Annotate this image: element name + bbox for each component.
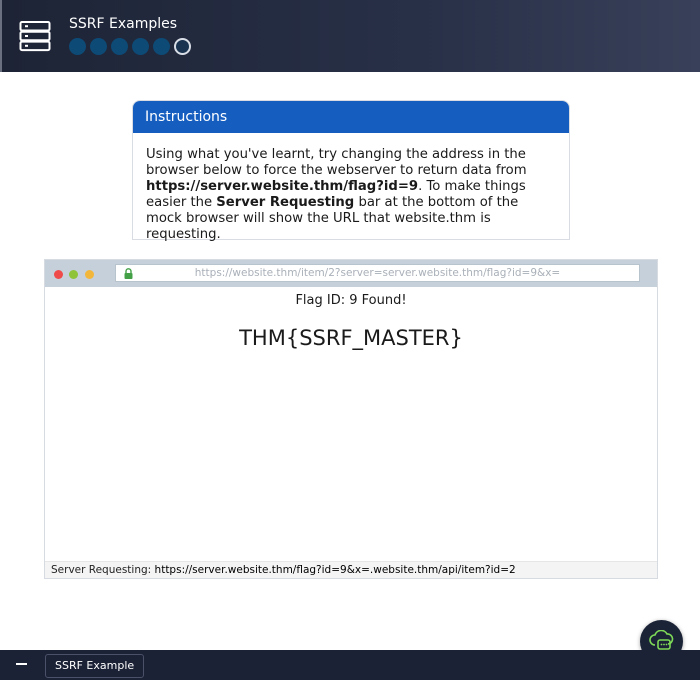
- header-frame: [0, 0, 700, 72]
- mock-browser: https://website.thm/item/2?server=server…: [44, 259, 658, 579]
- request-label: Server Requesting:: [51, 564, 152, 576]
- instructions-panel: Instructions Using what you've learnt, t…: [132, 100, 570, 243]
- instructions-target-url: https://server.website.thm/flag?id=9: [146, 179, 419, 194]
- instructions-heading: Instructions: [133, 101, 569, 133]
- instructions-bar-name: Server Requesting: [216, 195, 355, 210]
- window-close-dot: [54, 270, 63, 279]
- step-1[interactable]: [69, 38, 86, 55]
- bottom-bar: SSRF Example: [0, 650, 700, 680]
- step-6-current[interactable]: [174, 38, 191, 55]
- step-3[interactable]: [111, 38, 128, 55]
- flag-value: THM{SSRF_MASTER}: [239, 326, 463, 350]
- step-2[interactable]: [90, 38, 107, 55]
- minus-icon[interactable]: [16, 663, 27, 665]
- browser-toolbar: https://website.thm/item/2?server=server…: [45, 260, 657, 287]
- progress-steps: [69, 38, 191, 55]
- instructions-text-1: Using what you've learnt, try changing t…: [146, 147, 527, 178]
- window-minimize-dot: [85, 270, 94, 279]
- address-bar[interactable]: https://website.thm/item/2?server=server…: [115, 264, 640, 282]
- top-header: SSRF Examples: [0, 0, 700, 72]
- window-maximize-dot: [69, 270, 78, 279]
- flag-id-text: Flag ID: 9 Found!: [295, 293, 407, 308]
- bottom-tab-ssrf-example[interactable]: SSRF Example: [45, 654, 145, 678]
- step-4[interactable]: [132, 38, 149, 55]
- app-title: SSRF Examples: [69, 16, 178, 32]
- server-icon: [19, 21, 51, 52]
- address-url: https://website.thm/item/2?server=server…: [194, 267, 561, 279]
- step-5[interactable]: [153, 38, 170, 55]
- server-requesting-bar: Server Requesting: https://server.websit…: [45, 561, 657, 578]
- chat-icon: [649, 630, 674, 650]
- request-url: https://server.website.thm/flag?id=9&x=.…: [154, 564, 516, 576]
- lock-icon: [124, 268, 133, 279]
- instructions-text: Using what you've learnt, try changing t…: [133, 133, 569, 243]
